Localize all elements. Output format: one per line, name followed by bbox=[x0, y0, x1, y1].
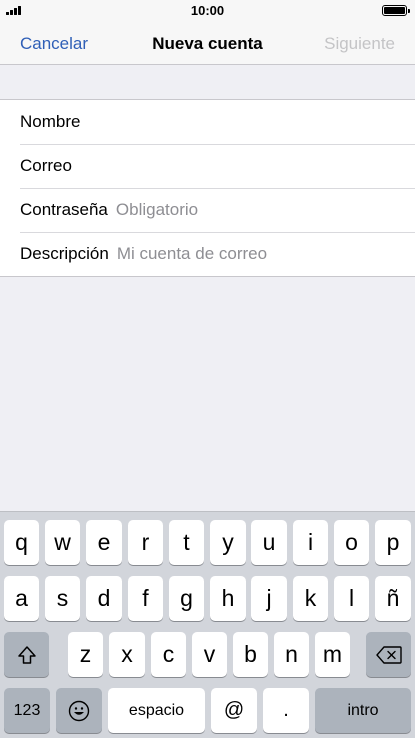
key-y[interactable]: y bbox=[210, 520, 246, 565]
key-p[interactable]: p bbox=[375, 520, 411, 565]
key-n[interactable]: n bbox=[274, 632, 309, 677]
key-f[interactable]: f bbox=[128, 576, 163, 621]
numbers-key[interactable]: 123 bbox=[4, 688, 50, 733]
key-k[interactable]: k bbox=[293, 576, 328, 621]
key-s[interactable]: s bbox=[45, 576, 80, 621]
key-u[interactable]: u bbox=[251, 520, 287, 565]
delete-key[interactable] bbox=[366, 632, 411, 677]
at-key[interactable]: @ bbox=[211, 688, 257, 733]
keyboard: q w e r t y u i o p a s d f g h j k l ñ … bbox=[0, 511, 415, 738]
return-key[interactable]: intro bbox=[315, 688, 411, 733]
key-z[interactable]: z bbox=[68, 632, 103, 677]
shift-key[interactable] bbox=[4, 632, 49, 677]
key-a[interactable]: a bbox=[4, 576, 39, 621]
key-t[interactable]: t bbox=[169, 520, 204, 565]
description-row[interactable]: Descripción bbox=[0, 232, 415, 276]
email-row[interactable]: Correo bbox=[0, 144, 415, 188]
next-button[interactable]: Siguiente bbox=[324, 34, 395, 54]
description-label: Descripción bbox=[20, 244, 109, 263]
emoji-key[interactable] bbox=[56, 688, 102, 733]
key-w[interactable]: w bbox=[45, 520, 80, 565]
password-field[interactable] bbox=[115, 200, 405, 220]
key-h[interactable]: h bbox=[210, 576, 246, 621]
key-v[interactable]: v bbox=[192, 632, 227, 677]
space-key[interactable]: espacio bbox=[108, 688, 205, 733]
email-field[interactable] bbox=[79, 156, 405, 176]
key-q[interactable]: q bbox=[4, 520, 39, 565]
password-row[interactable]: Contraseña bbox=[0, 188, 415, 232]
dot-key[interactable]: . bbox=[263, 688, 309, 733]
key-r[interactable]: r bbox=[128, 520, 163, 565]
name-field[interactable] bbox=[88, 112, 405, 132]
name-label: Nombre bbox=[20, 112, 81, 131]
key-n-tilde[interactable]: ñ bbox=[375, 576, 411, 621]
key-i[interactable]: i bbox=[293, 520, 328, 565]
key-g[interactable]: g bbox=[169, 576, 204, 621]
key-x[interactable]: x bbox=[109, 632, 145, 677]
account-form: Nombre Correo Contraseña Descripción bbox=[0, 99, 415, 277]
navigation-bar: Cancelar Nueva cuenta Siguiente bbox=[0, 22, 415, 65]
password-label: Contraseña bbox=[20, 200, 108, 219]
status-time: 10:00 bbox=[190, 3, 225, 18]
email-label: Correo bbox=[20, 156, 72, 175]
key-e[interactable]: e bbox=[86, 520, 122, 565]
description-field[interactable] bbox=[116, 244, 405, 264]
key-m[interactable]: m bbox=[315, 632, 350, 677]
battery-icon bbox=[382, 5, 410, 16]
emoji-icon bbox=[68, 700, 90, 721]
key-l[interactable]: l bbox=[334, 576, 369, 621]
status-bar: 10:00 bbox=[0, 0, 415, 22]
shift-icon bbox=[17, 645, 36, 664]
cancel-button[interactable]: Cancelar bbox=[20, 34, 88, 54]
name-row[interactable]: Nombre bbox=[0, 100, 415, 144]
key-j[interactable]: j bbox=[251, 576, 287, 621]
backspace-icon bbox=[375, 645, 402, 664]
key-b[interactable]: b bbox=[233, 632, 268, 677]
key-c[interactable]: c bbox=[151, 632, 186, 677]
key-d[interactable]: d bbox=[86, 576, 122, 621]
key-o[interactable]: o bbox=[334, 520, 369, 565]
